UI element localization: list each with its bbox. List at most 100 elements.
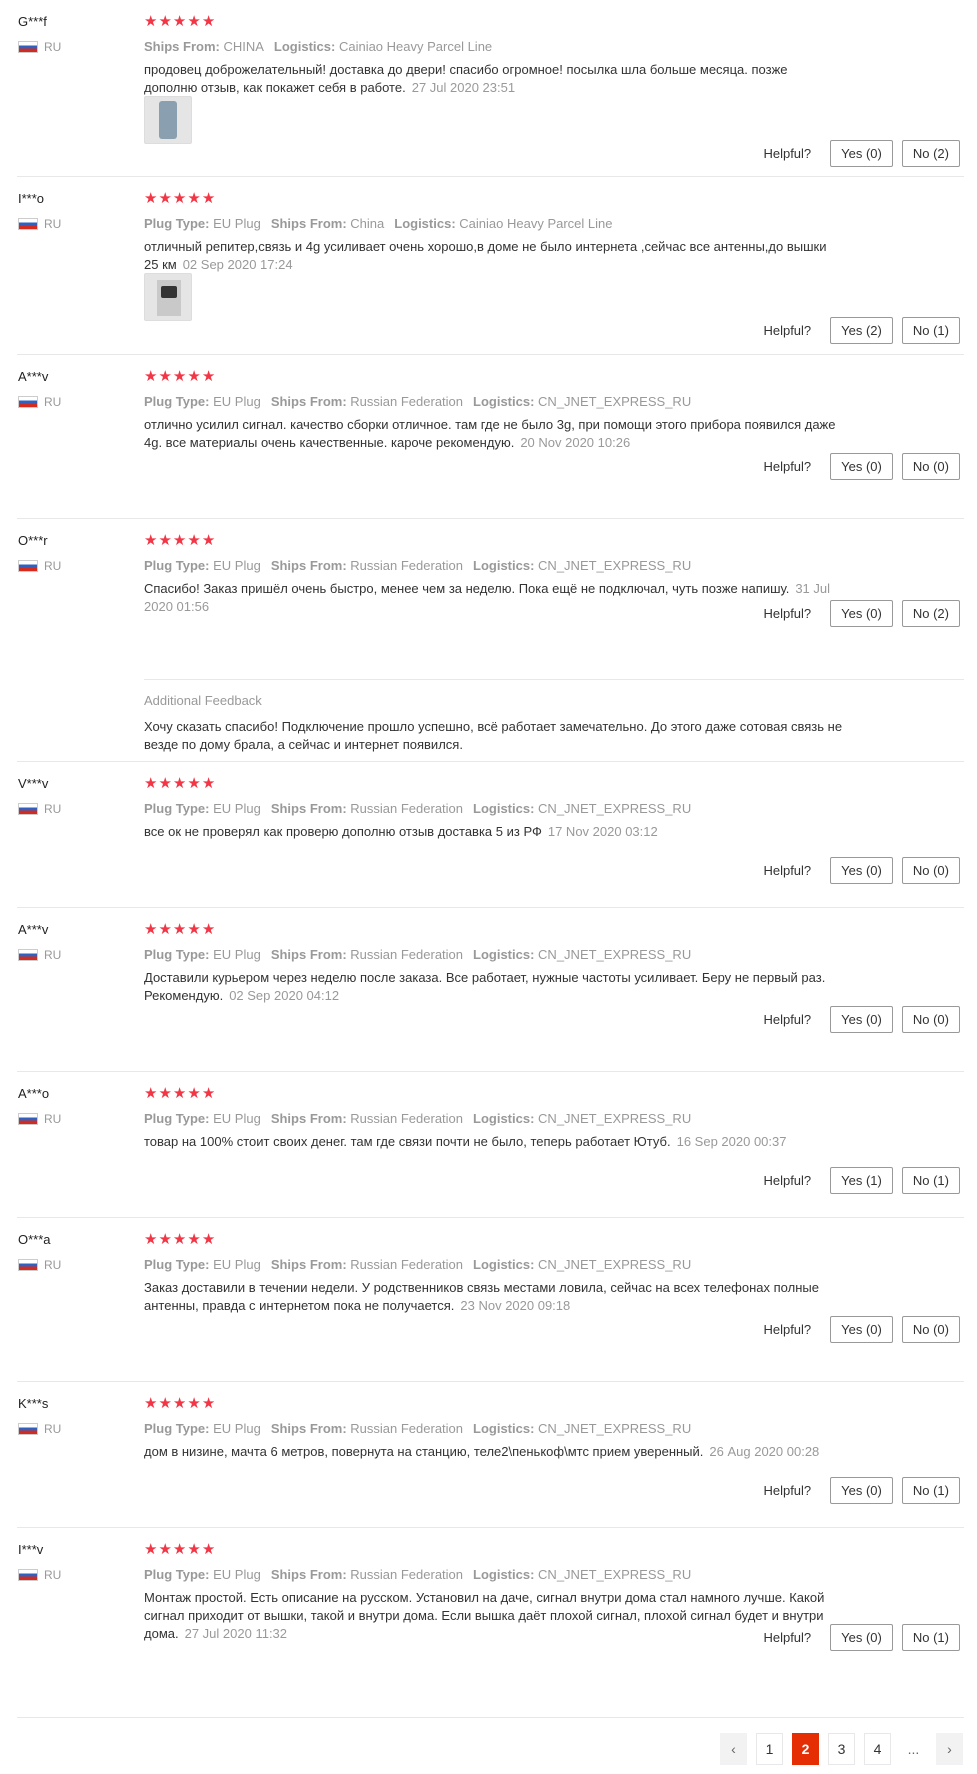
review-body: товар на 100% стоит своих денег. там где… <box>144 1134 671 1149</box>
attribute-label: Plug Type: <box>144 216 210 231</box>
attribute-value: EU Plug <box>213 947 261 962</box>
attribute-label: Plug Type: <box>144 1421 210 1436</box>
additional-feedback-text: Хочу сказать спасибо! Подключение прошло… <box>144 719 843 752</box>
star-icon: ★ <box>144 775 158 792</box>
helpful-yes-button[interactable]: Yes (2) <box>830 317 893 344</box>
helpful-yes-button[interactable]: Yes (1) <box>830 1167 893 1194</box>
attribute: Logistics: Cainiao Heavy Parcel Line <box>394 216 612 231</box>
review-date: 17 Nov 2020 03:12 <box>547 824 658 839</box>
page-3-button[interactable]: 3 <box>828 1733 855 1765</box>
device-image <box>157 280 181 316</box>
russia-flag-icon <box>18 560 38 572</box>
russia-flag-icon <box>18 1113 38 1125</box>
helpful-controls: Helpful? Yes (0) No (1) <box>763 1624 960 1651</box>
star-icon: ★ <box>201 1395 216 1412</box>
reviewer-name: O***a <box>18 1232 51 1247</box>
country-code: RU <box>44 802 62 816</box>
helpful-yes-button[interactable]: Yes (0) <box>830 1316 893 1343</box>
helpful-no-button[interactable]: No (2) <box>901 140 960 167</box>
helpful-yes-button[interactable]: Yes (0) <box>830 140 893 167</box>
chevron-right-icon[interactable]: › <box>936 1733 963 1765</box>
star-icon: ★ <box>201 368 216 385</box>
russia-flag-icon <box>18 1259 38 1271</box>
helpful-no-button[interactable]: No (1) <box>901 317 960 344</box>
star-icon: ★ <box>158 1395 172 1412</box>
helpful-no-button[interactable]: No (1) <box>901 1624 960 1651</box>
page-4-button[interactable]: 4 <box>864 1733 891 1765</box>
star-rating: ★ ★ ★ ★ ★ <box>144 369 215 384</box>
helpful-no-button[interactable]: No (2) <box>901 600 960 627</box>
star-icon: ★ <box>172 1395 187 1412</box>
helpful-label: Helpful? <box>763 1483 812 1498</box>
review-text: Спасибо! Заказ пришёл очень быстро, мене… <box>144 580 844 616</box>
helpful-label: Helpful? <box>763 863 812 878</box>
additional-feedback-divider <box>144 679 964 680</box>
helpful-no-button[interactable]: No (0) <box>901 1006 960 1033</box>
review-date: 16 Sep 2020 00:37 <box>676 1134 787 1149</box>
review-item: I***v RU ★ ★ ★ ★ ★ Plug Type: EU Plug Ships From… <box>0 1528 977 1718</box>
helpful-no-button[interactable]: No (0) <box>901 1316 960 1343</box>
review-body: Спасибо! Заказ пришёл очень быстро, мене… <box>144 581 790 596</box>
review-photo[interactable] <box>144 273 192 321</box>
review-photo[interactable] <box>144 96 192 144</box>
helpful-no-button[interactable]: No (0) <box>901 857 960 884</box>
helpful-no-button[interactable]: No (1) <box>901 1167 960 1194</box>
helpful-yes-button[interactable]: Yes (0) <box>830 600 893 627</box>
attribute-label: Plug Type: <box>144 1257 210 1272</box>
review-date: 02 Sep 2020 04:12 <box>229 988 340 1003</box>
attribute-label: Ships From: <box>270 394 347 409</box>
star-icon: ★ <box>187 13 201 30</box>
attribute-label: Ships From: <box>270 1257 347 1272</box>
russia-flag-icon <box>18 41 38 53</box>
chevron-left-icon[interactable]: ‹ <box>720 1733 747 1765</box>
review-text: Заказ доставили в течении недели. У родс… <box>144 1279 844 1315</box>
helpful-no-button[interactable]: No (1) <box>901 1477 960 1504</box>
star-icon: ★ <box>201 1541 216 1558</box>
helpful-controls: Helpful? Yes (0) No (0) <box>763 857 960 884</box>
attribute-value: Russian Federation <box>350 558 464 573</box>
attribute-value: EU Plug <box>213 558 261 573</box>
attribute: Plug Type: EU Plug <box>144 1111 261 1126</box>
star-icon: ★ <box>158 1231 172 1248</box>
review-item: K***s RU ★ ★ ★ ★ ★ Plug Type: EU Plug Ships From… <box>0 1382 977 1528</box>
star-rating: ★ ★ ★ ★ ★ <box>144 14 215 29</box>
star-icon: ★ <box>172 921 187 938</box>
attribute: Plug Type: EU Plug <box>144 1421 261 1436</box>
attribute-label: Ships From: <box>270 1567 347 1582</box>
attribute-label: Logistics: <box>473 1421 535 1436</box>
page-2-button[interactable]: 2 <box>792 1733 819 1765</box>
helpful-controls: Helpful? Yes (0) No (1) <box>763 1477 960 1504</box>
page-1-button[interactable]: 1 <box>756 1733 783 1765</box>
star-icon: ★ <box>158 190 172 207</box>
helpful-no-button[interactable]: No (0) <box>901 453 960 480</box>
reviewer-name: A***v <box>18 369 49 384</box>
review-item: A***v RU ★ ★ ★ ★ ★ Plug Type: EU Plug Ships From… <box>0 355 977 519</box>
helpful-yes-button[interactable]: Yes (0) <box>830 1006 893 1033</box>
attribute: Ships From: Russian Federation <box>271 1567 463 1582</box>
country-code: RU <box>44 217 62 231</box>
helpful-yes-button[interactable]: Yes (0) <box>830 1624 893 1651</box>
attribute: Ships From: CHINA <box>144 39 264 54</box>
attribute: Plug Type: EU Plug <box>144 1257 261 1272</box>
attribute-label: Logistics: <box>473 801 535 816</box>
attribute-label: Ships From: <box>270 801 347 816</box>
helpful-controls: Helpful? Yes (1) No (1) <box>763 1167 960 1194</box>
attribute: Logistics: CN_JNET_EXPRESS_RU <box>473 558 691 573</box>
helpful-yes-button[interactable]: Yes (0) <box>830 453 893 480</box>
star-rating: ★ ★ ★ ★ ★ <box>144 1396 215 1411</box>
helpful-label: Helpful? <box>763 606 812 621</box>
attribute-label: Plug Type: <box>144 558 210 573</box>
helpful-yes-button[interactable]: Yes (0) <box>830 1477 893 1504</box>
attribute-label: Plug Type: <box>144 947 210 962</box>
attribute-label: Ships From: <box>270 216 347 231</box>
helpful-yes-button[interactable]: Yes (0) <box>830 857 893 884</box>
attribute-value: CN_JNET_EXPRESS_RU <box>538 1567 692 1582</box>
review-attributes: Plug Type: EU Plug Ships From: Russian Fe… <box>144 1111 701 1126</box>
attribute: Ships From: Russian Federation <box>271 947 463 962</box>
reviewer-name: A***v <box>18 922 49 937</box>
review-item: O***r RU ★ ★ ★ ★ ★ Plug Type: EU Plug Ships From… <box>0 519 977 762</box>
russia-flag-icon <box>18 218 38 230</box>
attribute-label: Logistics: <box>473 1567 535 1582</box>
attribute: Plug Type: EU Plug <box>144 394 261 409</box>
reviewer-name: O***r <box>18 533 48 548</box>
